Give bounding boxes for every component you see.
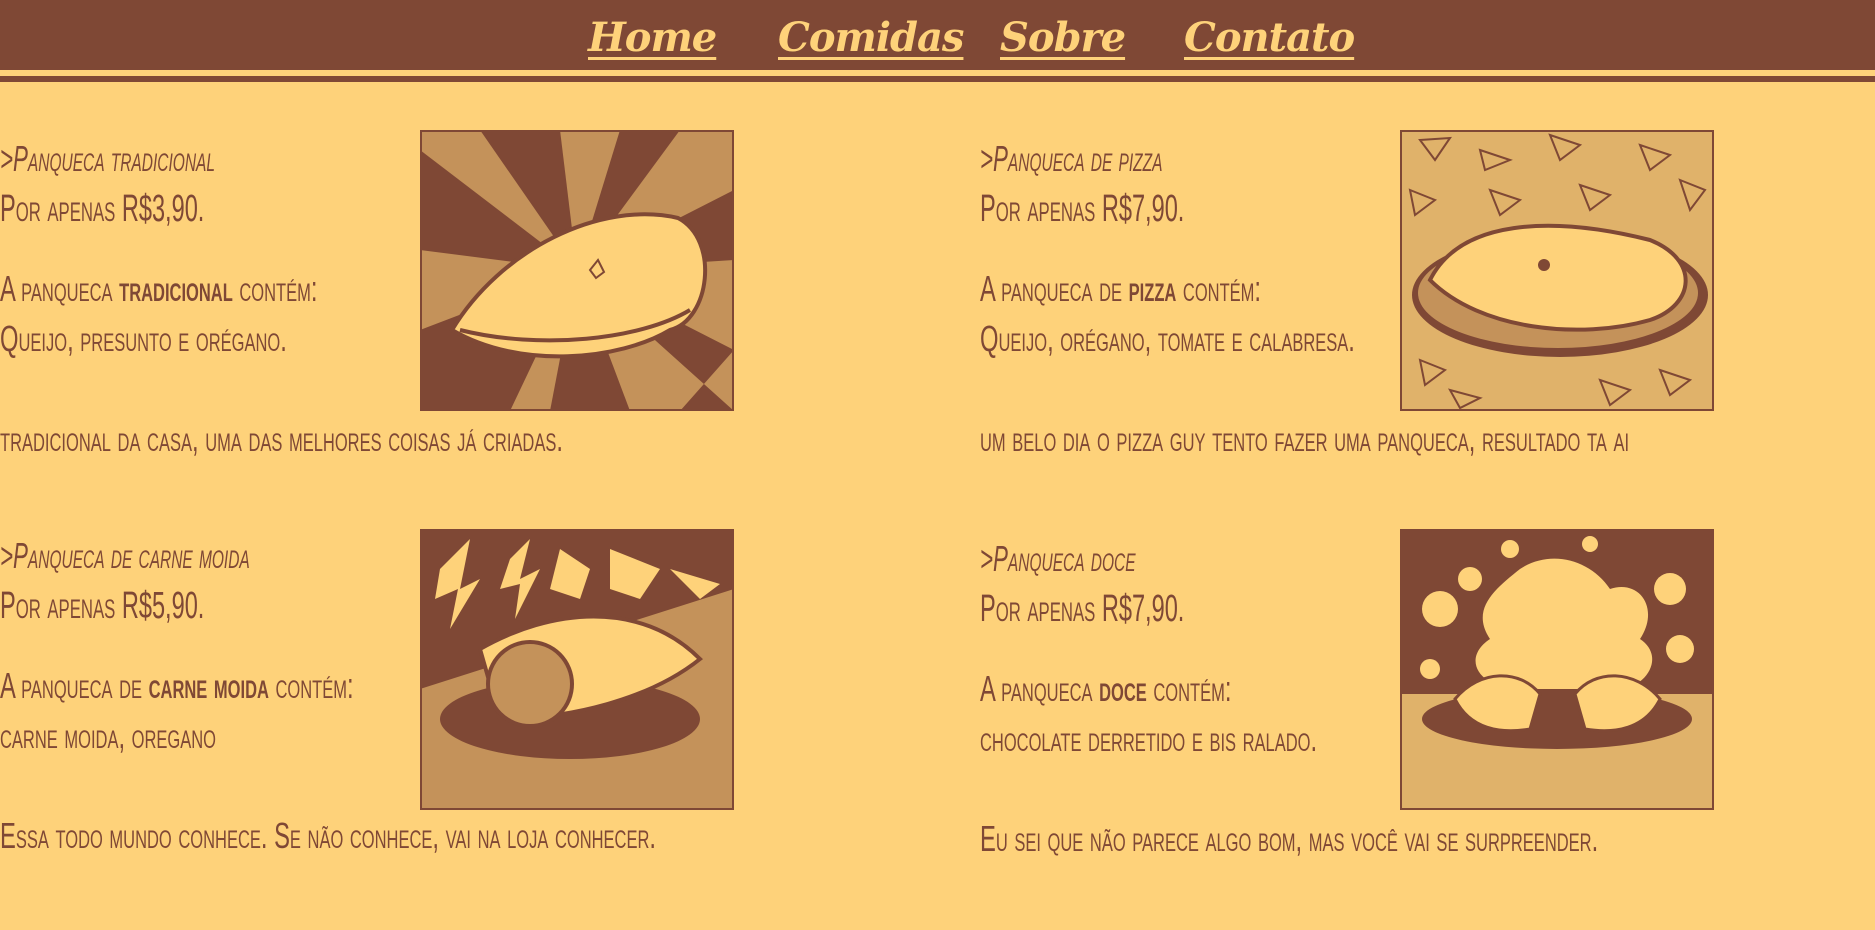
top-nav: Home Comidas Sobre Contato (0, 0, 1875, 76)
item-description: Essa todo mundo conhece. Se não conhece,… (0, 815, 656, 856)
nav-link-contato[interactable]: Contato (1184, 14, 1355, 61)
item-contains: A panqueca de pizza contém: (980, 268, 1262, 309)
item-title: >Panqueca tradicional (0, 138, 215, 179)
item-price: Por apenas R$5,90. (0, 585, 205, 627)
item-ingredients: carne moida, oregano (0, 715, 216, 756)
menu-item-tradicional: >Panqueca tradicional Por apenas R$3,90.… (0, 110, 980, 530)
nav-link-sobre[interactable]: Sobre (1000, 14, 1126, 61)
item-ingredients: chocolate derretido e bis ralado. (980, 718, 1318, 759)
item-price: Por apenas R$3,90. (0, 188, 205, 230)
item-ingredients: Queijo, presunto e orégano. (0, 318, 287, 359)
menu-item-doce: >Panqueca doce Por apenas R$7,90. A panq… (980, 510, 1875, 930)
item-description: tradicional da casa, uma das melhores co… (0, 418, 563, 459)
item-contains: A panqueca doce contém: (980, 668, 1232, 709)
item-title: >Panqueca doce (980, 538, 1136, 579)
pancake-carne-moida-image (420, 529, 734, 810)
pancake-doce-image (1400, 529, 1714, 810)
pancake-pizza-image (1400, 130, 1714, 411)
nav-link-comidas[interactable]: Comidas (778, 14, 964, 61)
item-description: Eu sei que não parece algo bom, mas você… (980, 818, 1599, 859)
pancake-tradicional-image (420, 130, 734, 411)
nav-link-home[interactable]: Home (588, 14, 717, 61)
menu-item-pizza: >Panqueca de pizza Por apenas R$7,90. A … (980, 110, 1875, 530)
item-ingredients: Queijo, orégano, tomate e calabresa. (980, 318, 1355, 359)
item-price: Por apenas R$7,90. (980, 188, 1185, 230)
item-title: >Panqueca de carne moida (0, 535, 250, 576)
item-contains: A panqueca tradicional contém: (0, 268, 318, 309)
item-title: >Panqueca de pizza (980, 138, 1163, 179)
item-description: um belo dia o pizza guy tento fazer uma … (980, 418, 1630, 459)
item-contains: A panqueca de carne moida contém: (0, 665, 354, 706)
menu-item-carne-moida: >Panqueca de carne moida Por apenas R$5,… (0, 507, 980, 927)
item-price: Por apenas R$7,90. (980, 588, 1185, 630)
